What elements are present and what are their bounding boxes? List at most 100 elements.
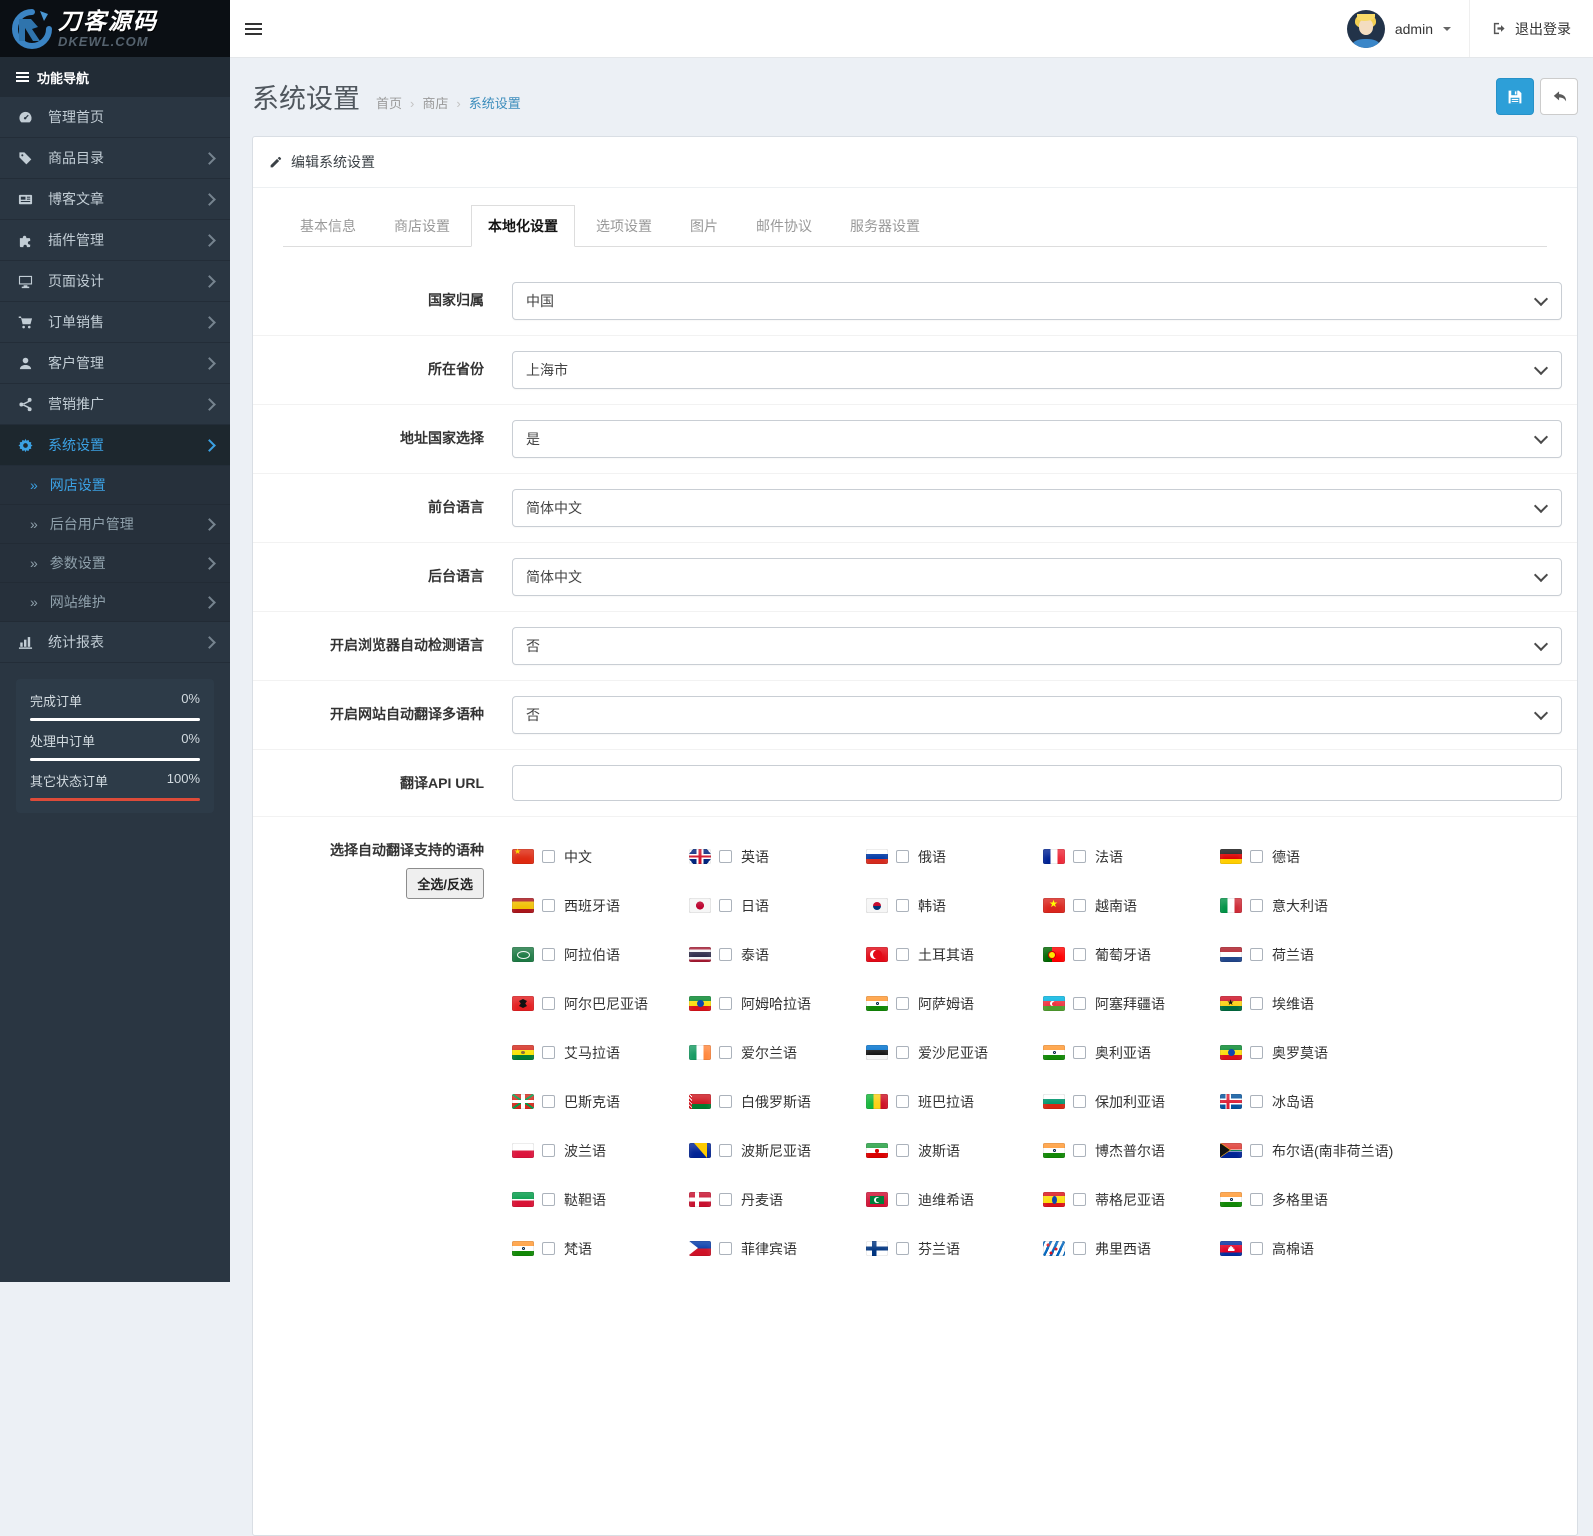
language-checkbox[interactable] [542,997,555,1010]
language-checkbox[interactable] [542,948,555,961]
sidebar-toggle-button[interactable] [230,0,276,57]
browser-detect-language-select[interactable]: 否 [512,627,1562,665]
language-checkbox[interactable] [1250,1046,1263,1059]
sidebar-item-catalog[interactable]: 商品目录 [0,138,230,179]
back-button[interactable] [1540,78,1578,115]
language-checkbox[interactable] [1250,1193,1263,1206]
tab-localization[interactable]: 本地化设置 [471,205,575,247]
tab-server[interactable]: 服务器设置 [833,205,937,247]
sidebar-item-blog[interactable]: 博客文章 [0,179,230,220]
language-checkbox[interactable] [542,899,555,912]
language-checkbox[interactable] [1073,1242,1086,1255]
sidebar-item-customers[interactable]: 客户管理 [0,343,230,384]
breadcrumb-item[interactable]: 首页 [376,93,402,112]
address-country-select[interactable]: 是 [512,420,1562,458]
language-checkbox[interactable] [1073,1193,1086,1206]
language-checkbox[interactable] [1250,899,1263,912]
language-checkbox[interactable] [896,1095,909,1108]
language-checkbox[interactable] [896,1144,909,1157]
language-checkbox[interactable] [719,1193,732,1206]
sidebar-item-reports[interactable]: 统计报表 [0,622,230,663]
language-checkbox[interactable] [542,1193,555,1206]
tab-basic[interactable]: 基本信息 [283,205,373,247]
sidebar-item-design[interactable]: 页面设计 [0,261,230,302]
language-checkbox[interactable] [719,1242,732,1255]
save-button[interactable] [1496,78,1534,115]
language-checkbox[interactable] [1250,1242,1263,1255]
language-checkbox[interactable] [896,1193,909,1206]
language-checkbox[interactable] [542,1144,555,1157]
language-checkbox[interactable] [719,997,732,1010]
sidebar-item-marketing[interactable]: 营销推广 [0,384,230,425]
language-checkbox[interactable] [896,1046,909,1059]
sidebar-subitem-store-settings[interactable]: 网店设置 [0,466,230,505]
logout-button[interactable]: 退出登录 [1469,0,1593,57]
language-checkbox[interactable] [1250,948,1263,961]
language-checkbox[interactable] [719,1046,732,1059]
form-row: 开启网站自动翻译多语种 否 [253,681,1577,750]
field-label: 国家归属 [428,292,484,308]
language-checkbox[interactable] [1073,899,1086,912]
brand-logo[interactable]: 刀客源码 DKEWL.COM [0,0,230,57]
language-option: 奥利亚语 [1043,1043,1220,1063]
language-checkbox[interactable] [1250,1095,1263,1108]
language-checkbox[interactable] [719,899,732,912]
language-checkbox[interactable] [1073,1095,1086,1108]
language-checkbox[interactable] [896,850,909,863]
language-checkbox[interactable] [1073,997,1086,1010]
flag-is-icon [1220,1094,1242,1109]
language-checkbox[interactable] [719,948,732,961]
flag-et-icon [689,996,711,1011]
select-arrow-icon [1533,360,1549,376]
language-checkbox[interactable] [542,1242,555,1255]
sidebar-subitem-maintenance[interactable]: 网站维护 [0,583,230,622]
sidebar-subitem-admin-users[interactable]: 后台用户管理 [0,505,230,544]
country-select[interactable]: 中国 [512,282,1562,320]
language-checkbox[interactable] [1250,850,1263,863]
language-checkbox[interactable] [719,1095,732,1108]
select-all-toggle-button[interactable]: 全选/反选 [406,867,484,899]
tab-options[interactable]: 选项设置 [579,205,669,247]
language-option: 英语 [689,847,866,867]
flag-in-icon [512,1241,534,1256]
language-checkbox[interactable] [719,1144,732,1157]
tags-icon [18,151,38,166]
sidebar-item-home[interactable]: 管理首页 [0,97,230,138]
share-icon [18,397,38,412]
tab-image[interactable]: 图片 [673,205,735,247]
gear-icon [18,438,38,453]
language-checkbox[interactable] [1073,1144,1086,1157]
language-checkbox[interactable] [1250,1144,1263,1157]
user-menu[interactable]: admin [1329,0,1469,57]
tab-store[interactable]: 商店设置 [377,205,467,247]
language-checkbox[interactable] [719,850,732,863]
auto-translate-select[interactable]: 否 [512,696,1562,734]
breadcrumb-item[interactable]: 商店 [402,93,448,112]
language-checkbox[interactable] [896,899,909,912]
language-checkbox[interactable] [896,1242,909,1255]
language-checkbox[interactable] [1250,997,1263,1010]
language-checkbox[interactable] [1073,1046,1086,1059]
language-checkbox[interactable] [542,1046,555,1059]
language-checkbox[interactable] [1073,948,1086,961]
language-checkbox[interactable] [896,997,909,1010]
tab-mail[interactable]: 邮件协议 [739,205,829,247]
sidebar-item-orders[interactable]: 订单销售 [0,302,230,343]
flag-tr-icon [866,947,888,962]
language-label: 波斯语 [918,1142,960,1159]
sidebar-item-plugins[interactable]: 插件管理 [0,220,230,261]
sidebar-subitem-parameters[interactable]: 参数设置 [0,544,230,583]
province-select[interactable]: 上海市 [512,351,1562,389]
language-label: 德语 [1272,848,1300,865]
sidebar-item-settings[interactable]: 系统设置 [0,425,230,466]
language-checkbox[interactable] [542,850,555,863]
language-checkbox[interactable] [1073,850,1086,863]
translate-api-url-input[interactable] [512,765,1562,801]
logout-label: 退出登录 [1515,20,1571,37]
language-option: 高棉语 [1220,1239,1562,1259]
language-checkbox[interactable] [896,948,909,961]
language-option: 奥罗莫语 [1220,1043,1562,1063]
frontend-language-select[interactable]: 简体中文 [512,489,1562,527]
backend-language-select[interactable]: 简体中文 [512,558,1562,596]
language-checkbox[interactable] [542,1095,555,1108]
